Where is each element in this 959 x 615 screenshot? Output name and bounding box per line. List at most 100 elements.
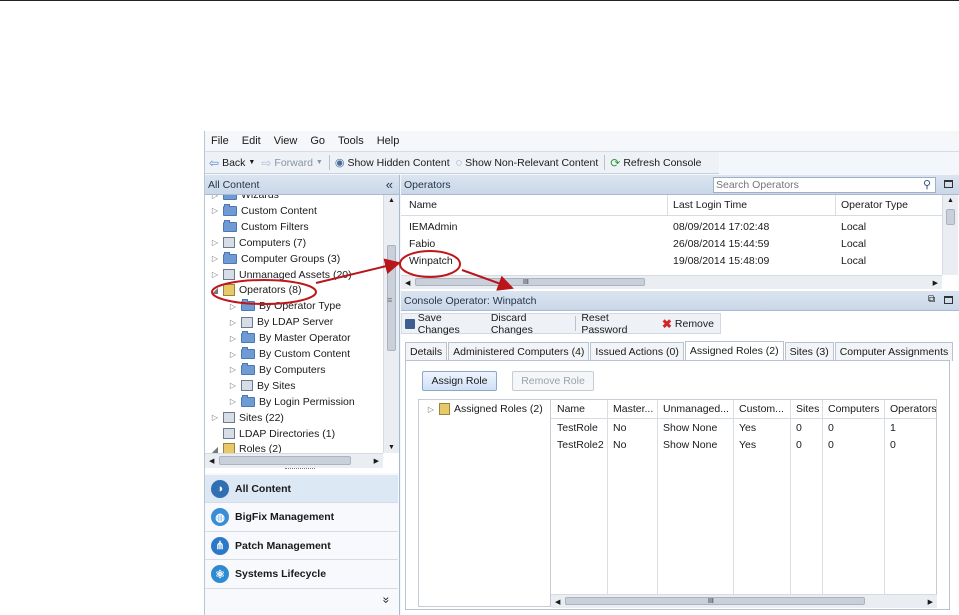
remove-button[interactable]: ✖ Remove: [662, 317, 714, 331]
scroll-thumb[interactable]: [415, 278, 645, 286]
scroll-down-icon[interactable]: ▼: [388, 444, 395, 451]
column-header[interactable]: Computers: [828, 403, 879, 415]
scroll-thumb[interactable]: [946, 209, 955, 225]
nav-item[interactable]: ◍ BigFix Management: [205, 504, 398, 532]
menu-view[interactable]: View: [274, 135, 298, 147]
search-icon[interactable]: ⚲: [923, 178, 931, 191]
nav-item[interactable]: ⚛ Systems Lifecycle: [205, 561, 398, 589]
column-header[interactable]: Custom...: [739, 403, 784, 415]
forward-button[interactable]: ⇨ Forward ▼: [261, 156, 323, 170]
show-non-relevant-button[interactable]: ◌ Show Non-Relevant Content: [456, 157, 599, 169]
menu-go[interactable]: Go: [310, 135, 325, 147]
menu-tools[interactable]: Tools: [338, 135, 364, 147]
tree-scrollbar-vertical[interactable]: ▲ ≡ ▼: [383, 195, 399, 453]
tree-item[interactable]: ▷ Sites (22): [211, 410, 284, 426]
more-nav-icon[interactable]: »: [379, 597, 393, 604]
column-header[interactable]: Last Login Time: [673, 199, 747, 211]
assign-role-button[interactable]: Assign Role: [422, 371, 497, 391]
search-box[interactable]: ⚲: [713, 177, 936, 193]
operators-scrollbar-horizontal[interactable]: ◀ III ▶: [401, 275, 942, 289]
show-hidden-content-button[interactable]: ◉ Show Hidden Content: [335, 156, 450, 170]
scroll-thumb[interactable]: [219, 456, 351, 465]
column-header[interactable]: Operator Type: [841, 199, 908, 211]
column-header[interactable]: Master...: [613, 403, 653, 415]
maximize-icon[interactable]: [944, 296, 953, 304]
scroll-right-icon[interactable]: ▶: [933, 279, 938, 287]
tree-item[interactable]: ▷ By Computers: [229, 362, 326, 378]
collapse-panel-icon[interactable]: «: [386, 177, 393, 192]
tab-administered-computers[interactable]: Administered Computers (4): [448, 342, 590, 361]
scroll-right-icon[interactable]: ▶: [374, 457, 379, 465]
tree-item[interactable]: ▷ By Sites: [229, 378, 296, 394]
nav-item[interactable]: ◑ All Content: [205, 475, 398, 503]
roles-scrollbar-horizontal[interactable]: ◀ III ▶: [551, 594, 937, 608]
maximize-icon[interactable]: [944, 180, 953, 188]
tree-scrollbar-horizontal[interactable]: ◀ ▶: [205, 453, 383, 468]
chevron-down-icon[interactable]: ▼: [316, 159, 323, 166]
expand-icon[interactable]: ▷: [229, 334, 237, 343]
expand-icon[interactable]: ▷: [211, 195, 219, 200]
scroll-thumb[interactable]: [565, 597, 865, 605]
refresh-console-button[interactable]: ⟳ Refresh Console: [610, 156, 701, 170]
expand-icon[interactable]: ▷: [229, 381, 237, 390]
undock-icon[interactable]: ⧉: [928, 294, 935, 305]
tree-item[interactable]: ▷ By Operator Type: [229, 298, 341, 314]
menu-help[interactable]: Help: [377, 135, 400, 147]
menu-file[interactable]: File: [211, 135, 229, 147]
tree-item[interactable]: LDAP Directories (1): [211, 426, 335, 442]
expand-icon[interactable]: ▷: [229, 350, 237, 359]
save-changes-button[interactable]: Save Changes: [405, 312, 485, 336]
column-header[interactable]: Unmanaged...: [663, 403, 729, 415]
tab-details[interactable]: Details: [405, 342, 448, 361]
tree-item[interactable]: ▷ By Custom Content: [229, 346, 350, 362]
expand-icon[interactable]: ▷: [211, 270, 219, 279]
discard-changes-button[interactable]: Discard Changes: [491, 312, 570, 336]
collapse-icon[interactable]: ◢: [211, 286, 219, 295]
tree-item[interactable]: ▷ By LDAP Server: [229, 314, 333, 330]
expand-icon[interactable]: ▷: [229, 318, 237, 327]
expand-icon[interactable]: ▷: [211, 238, 219, 247]
nav-item[interactable]: ⋔ Patch Management: [205, 532, 398, 560]
tree-item[interactable]: ▷ Computer Groups (3): [211, 251, 340, 267]
tree-item[interactable]: ◢ Operators (8): [211, 282, 301, 298]
column-header[interactable]: Name: [557, 403, 585, 415]
tree-item[interactable]: ▷ Custom Content: [211, 203, 317, 219]
column-divider[interactable]: [667, 195, 668, 215]
tree-item[interactable]: ▷ Computers (7): [211, 235, 306, 251]
scroll-up-icon[interactable]: ▲: [947, 197, 954, 204]
scroll-up-icon[interactable]: ▲: [388, 197, 395, 204]
tree-item[interactable]: ▷ Wizards: [211, 195, 279, 203]
column-divider[interactable]: [835, 195, 836, 215]
tree-item[interactable]: Custom Filters: [211, 219, 309, 235]
tree-item[interactable]: ▷ By Login Permission: [229, 394, 355, 410]
scroll-left-icon[interactable]: ◀: [209, 457, 214, 465]
tab-assigned-roles[interactable]: Assigned Roles (2): [684, 341, 784, 361]
reset-password-button[interactable]: Reset Password: [581, 312, 656, 336]
table-row[interactable]: TestRole2 No Show None Yes 0 0 0: [551, 438, 936, 455]
search-operators-input[interactable]: [714, 178, 908, 192]
expand-icon[interactable]: ▷: [229, 302, 237, 311]
column-header[interactable]: Sites: [796, 403, 819, 415]
table-row[interactable]: IEMAdmin 08/09/2014 17:02:48 Local: [401, 219, 942, 236]
column-header[interactable]: Operators: [890, 403, 936, 415]
scroll-left-icon[interactable]: ◀: [555, 598, 560, 606]
menu-edit[interactable]: Edit: [242, 135, 261, 147]
scroll-right-icon[interactable]: ▶: [928, 598, 933, 606]
column-header[interactable]: Name: [409, 199, 437, 211]
expand-icon[interactable]: ▷: [229, 397, 237, 406]
tab-issued-actions[interactable]: Issued Actions (0): [590, 342, 684, 361]
tree-item[interactable]: ▷ By Master Operator: [229, 330, 351, 346]
scroll-left-icon[interactable]: ◀: [405, 279, 410, 287]
tab-sites[interactable]: Sites (3): [784, 342, 834, 361]
expand-icon[interactable]: ▷: [211, 413, 219, 422]
expand-icon[interactable]: ▷: [229, 365, 237, 374]
expand-icon[interactable]: ▷: [211, 254, 219, 263]
operators-scrollbar-vertical[interactable]: ▲: [942, 195, 958, 275]
tree-item[interactable]: ▷ Unmanaged Assets (20): [211, 267, 352, 283]
table-row[interactable]: Winpatch 19/08/2014 15:48:09 Local: [401, 253, 942, 270]
remove-role-button[interactable]: Remove Role: [512, 371, 594, 391]
back-button[interactable]: ⇦ Back ▼: [209, 156, 255, 170]
chevron-down-icon[interactable]: ▼: [248, 159, 255, 166]
expand-icon[interactable]: ▷: [427, 405, 435, 414]
table-row[interactable]: Fabio 26/08/2014 15:44:59 Local: [401, 236, 942, 253]
